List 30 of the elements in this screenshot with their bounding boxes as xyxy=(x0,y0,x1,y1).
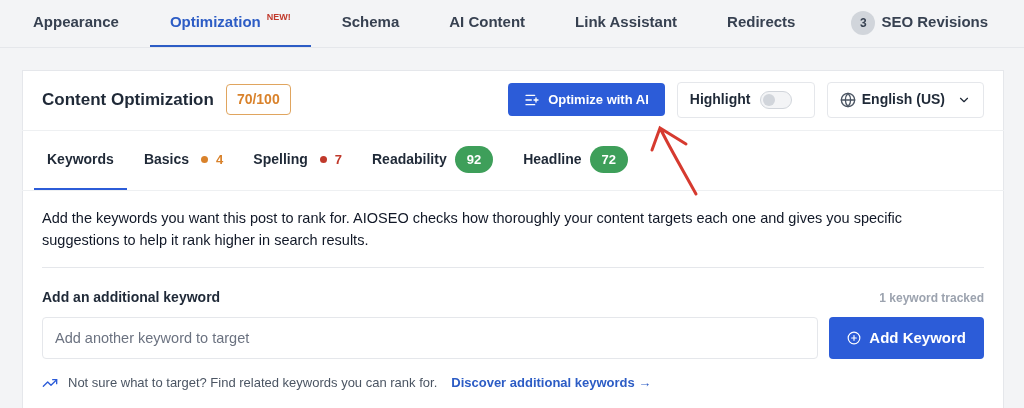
keyword-input[interactable]: Add another keyword to target xyxy=(42,317,819,359)
tab[interactable]: Link Assistant xyxy=(556,0,697,47)
tab[interactable]: Appearance xyxy=(14,0,138,47)
tab[interactable]: Keywords xyxy=(34,131,127,190)
tab[interactable]: Spelling 7 xyxy=(240,131,355,190)
description: Add the keywords you want this post to rank for. AIOSEO checks how thoroughly your content targets each one and gives you specific suggestions to help it rank higher in search results. xyxy=(42,209,903,250)
section-title: Content Optimization xyxy=(42,88,214,111)
score-badge: 70/100 xyxy=(225,84,291,115)
issue-count: 4 xyxy=(216,150,224,169)
discover-link[interactable]: Discover additional keywords → xyxy=(451,373,652,393)
language-select[interactable]: English (US) xyxy=(826,81,984,118)
highlight-label: Highlight xyxy=(689,90,751,109)
new-label: NEW! xyxy=(266,12,291,22)
tab[interactable]: Readability 92 xyxy=(359,131,507,190)
field-label: Add an additional keyword xyxy=(42,288,221,307)
tab[interactable]: 3 SEO Revisions xyxy=(832,0,1008,47)
add-keyword-button[interactable]: Add Keyword xyxy=(829,317,984,359)
issue-count: 7 xyxy=(334,150,342,169)
tab[interactable]: Headline 72 xyxy=(510,131,641,190)
globe-icon xyxy=(839,91,856,108)
optimize-button[interactable]: Optimize with AI xyxy=(508,83,665,116)
tab[interactable]: Redirects xyxy=(708,0,815,47)
tab[interactable]: AI Content xyxy=(430,0,545,47)
hint-text: Not sure what to target? Find related keywords you can rank for. xyxy=(68,374,438,392)
tab[interactable]: Schema xyxy=(322,0,419,47)
tab[interactable]: Basics 4 xyxy=(130,131,237,190)
plus-circle-icon xyxy=(847,331,862,345)
count-badge: 3 xyxy=(851,10,876,35)
tracked-count: 1 keyword tracked xyxy=(879,289,984,307)
tab[interactable]: Optimization NEW! xyxy=(149,0,311,47)
